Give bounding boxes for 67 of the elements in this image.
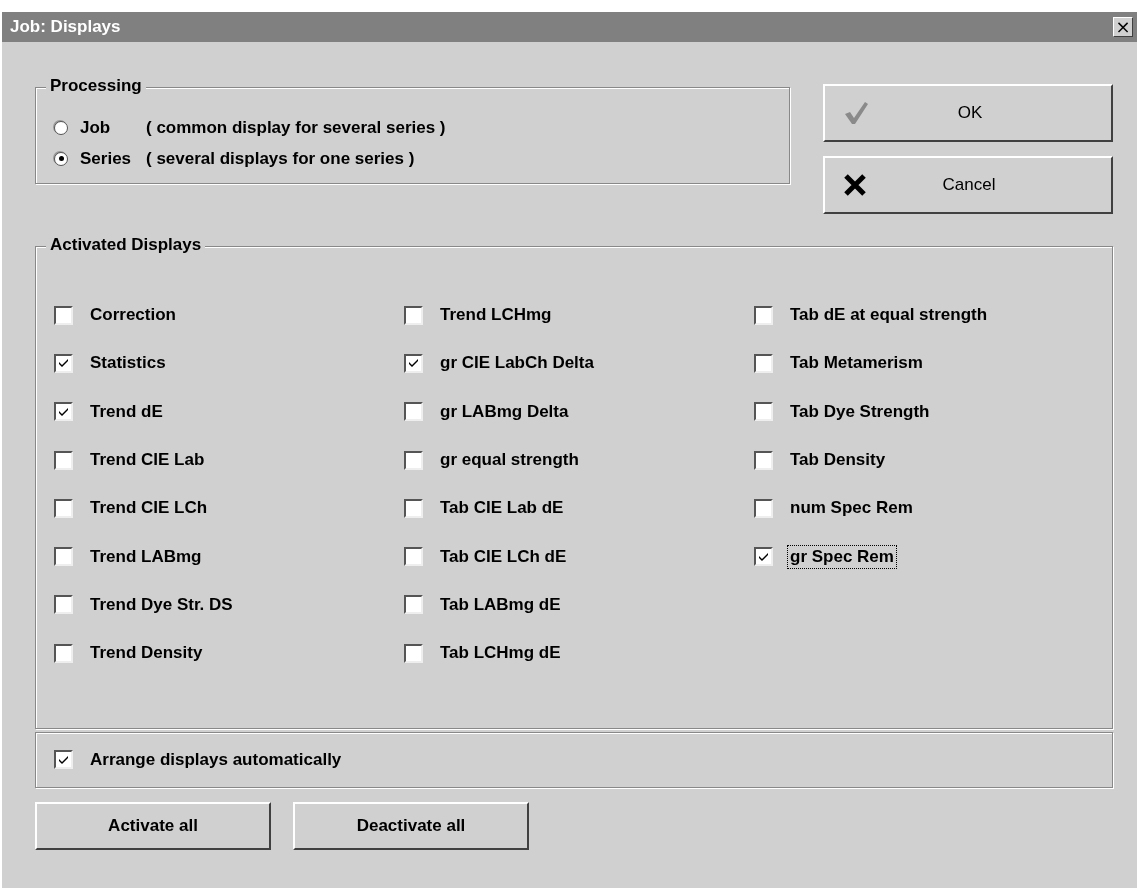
checkbox[interactable] — [404, 595, 423, 615]
checkbox-label[interactable]: gr CIE LabCh Delta — [438, 352, 596, 375]
checkbox[interactable] — [754, 498, 773, 518]
checkbox[interactable] — [54, 402, 73, 422]
checkbox[interactable] — [54, 595, 73, 615]
checkbox[interactable] — [54, 643, 73, 663]
radio-button[interactable] — [54, 120, 68, 135]
checkbox-label[interactable]: Trend dE — [88, 400, 165, 423]
checkbox[interactable] — [404, 450, 423, 470]
checkbox-label[interactable]: Tab Metamerism — [788, 352, 925, 375]
radio-button[interactable] — [54, 151, 68, 166]
checkmark-icon — [58, 755, 69, 765]
checkbox-label[interactable]: Correction — [88, 304, 178, 327]
checkbox-label[interactable]: Trend LABmg — [88, 545, 204, 568]
checkbox[interactable] — [754, 353, 773, 373]
radio-label[interactable]: Series — [80, 148, 146, 169]
checkbox-label[interactable]: Trend CIE LCh — [88, 497, 210, 520]
radio-note: ( several displays for one series ) — [146, 148, 415, 169]
radio-note: ( common display for several series ) — [146, 117, 446, 138]
checkbox[interactable] — [54, 498, 73, 518]
check-icon — [843, 101, 869, 125]
checkbox[interactable] — [404, 353, 423, 373]
checkbox[interactable] — [54, 353, 73, 373]
checkbox[interactable] — [754, 402, 773, 422]
checkbox-label[interactable]: Trend CIE Lab — [88, 449, 207, 472]
checkbox-label[interactable]: Tab LCHmg dE — [438, 642, 563, 665]
checkbox[interactable] — [754, 547, 773, 567]
checkbox-label[interactable]: Tab CIE Lab dE — [438, 497, 566, 520]
x-icon — [843, 174, 867, 196]
action-button[interactable]: Activate all — [35, 802, 271, 850]
checkbox-label[interactable]: num Spec Rem — [788, 497, 915, 520]
checkmark-icon — [58, 406, 69, 417]
checkmark-icon — [408, 358, 419, 369]
checkbox[interactable] — [54, 750, 73, 770]
checkbox-label[interactable]: Tab dE at equal strength — [788, 304, 990, 327]
group-title: Processing — [46, 76, 146, 96]
checkbox-label[interactable]: Trend LCHmg — [438, 304, 554, 327]
checkbox[interactable] — [404, 498, 423, 518]
checkbox-label[interactable]: gr LABmg Delta — [438, 400, 571, 423]
checkbox-label[interactable]: Arrange displays automatically — [88, 749, 344, 771]
checkbox-label[interactable]: Tab Dye Strength — [788, 400, 932, 423]
checkbox[interactable] — [54, 450, 73, 470]
ok-button[interactable]: OK — [823, 84, 1113, 142]
checkbox[interactable] — [404, 547, 423, 567]
window-title: Job: Displays — [10, 17, 121, 37]
checkbox[interactable] — [754, 305, 773, 325]
checkbox[interactable] — [754, 450, 773, 470]
checkbox-label[interactable]: Statistics — [88, 352, 168, 375]
checkbox-label[interactable]: Tab CIE LCh dE — [438, 545, 569, 568]
checkbox[interactable] — [54, 305, 73, 325]
checkbox-label[interactable]: Tab LABmg dE — [438, 593, 563, 616]
checkbox[interactable] — [54, 547, 73, 567]
checkmark-icon — [58, 358, 69, 369]
checkbox-label[interactable]: gr equal strength — [438, 449, 581, 472]
checkbox[interactable] — [404, 402, 423, 422]
close-button[interactable]: × — [1113, 17, 1133, 37]
action-button[interactable]: Deactivate all — [293, 802, 529, 850]
radio-label[interactable]: Job — [80, 117, 146, 138]
cancel-button[interactable]: Cancel — [823, 156, 1113, 214]
checkbox-label[interactable]: Trend Dye Str. DS — [88, 593, 235, 616]
checkbox[interactable] — [404, 305, 423, 325]
checkbox-label[interactable]: Tab Density — [788, 449, 888, 472]
checkmark-icon — [758, 551, 769, 562]
group-title: Activated Displays — [46, 235, 206, 255]
checkbox-label[interactable]: Trend Density — [88, 642, 205, 665]
checkbox-label[interactable]: gr Spec Rem — [788, 545, 896, 568]
checkbox[interactable] — [404, 643, 423, 663]
